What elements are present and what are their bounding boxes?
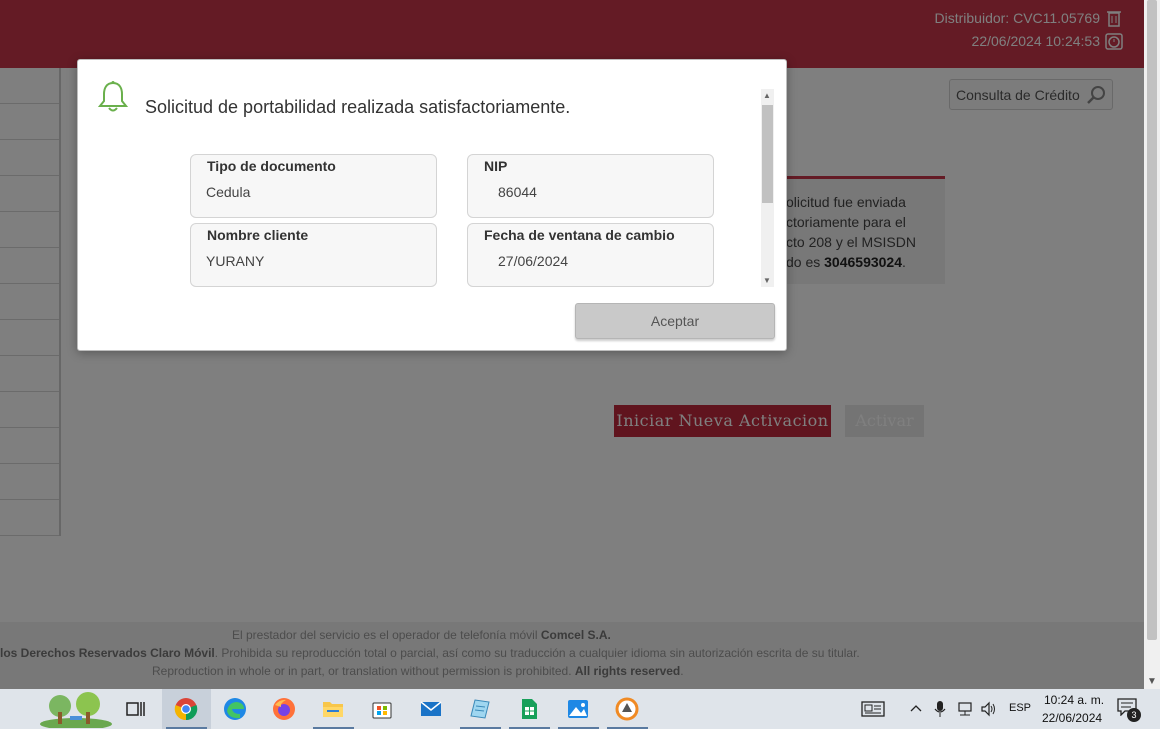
field-value: 27/06/2024 (498, 253, 569, 269)
firefox-icon (273, 698, 295, 720)
taskbar-task-view[interactable] (112, 689, 161, 729)
volume-icon[interactable] (980, 700, 998, 718)
news-icon[interactable] (861, 700, 885, 718)
taskbar-store[interactable] (358, 689, 407, 729)
field-value: Cedula (206, 184, 251, 200)
task-view-icon (126, 702, 145, 716)
taskbar-firefox[interactable] (260, 689, 309, 729)
tipo-documento-card: Tipo de documento Cedula (190, 154, 437, 218)
scroll-down-icon[interactable]: ▼ (763, 276, 771, 285)
chevron-up-icon[interactable] (909, 700, 923, 718)
mail-icon (420, 701, 442, 716)
field-value: 86044 (498, 184, 537, 200)
notifications-button[interactable]: 3 (1117, 698, 1141, 722)
field-label: Fecha de ventana de cambio (484, 227, 675, 243)
file-explorer-icon (323, 702, 343, 717)
sheets-icon (522, 699, 537, 719)
field-label: Tipo de documento (207, 158, 336, 174)
scroll-thumb[interactable] (762, 105, 773, 203)
taskbar-notepad[interactable] (456, 689, 505, 729)
language-indicator[interactable]: ESP (1009, 702, 1031, 714)
fecha-ventana-card: Fecha de ventana de cambio 27/06/2024 (467, 223, 714, 287)
store-icon (372, 702, 392, 719)
microphone-icon[interactable] (934, 700, 946, 718)
windows-taskbar: ESP 10:24 a. m. 22/06/2024 3 (0, 689, 1160, 729)
edge-icon (224, 698, 246, 720)
landscape-wallpaper-icon (40, 692, 112, 728)
chrome-icon (174, 698, 198, 721)
portability-success-dialog: Solicitud de portabilidad realizada sati… (77, 59, 787, 351)
field-label: Nombre cliente (207, 227, 309, 243)
notification-count-badge: 3 (1127, 708, 1141, 722)
taskbar-photos[interactable] (554, 689, 603, 729)
dialog-message: Solicitud de portabilidad realizada sati… (145, 97, 571, 117)
scroll-up-icon[interactable]: ▲ (763, 91, 771, 100)
taskbar-date[interactable]: 22/06/2024 (1042, 711, 1102, 725)
page-background: Distribuidor: CVC11.05769 22/06/2024 10:… (0, 0, 1144, 689)
nombre-cliente-card: Nombre cliente YURANY (190, 223, 437, 287)
field-label: NIP (484, 158, 508, 174)
bell-icon (97, 81, 129, 112)
taskbar-time[interactable]: 10:24 a. m. (1044, 693, 1104, 707)
field-value: YURANY (206, 253, 265, 269)
notepad-icon (470, 699, 490, 719)
taskbar-sheets[interactable] (505, 689, 554, 729)
window-scroll-thumb[interactable] (1147, 0, 1157, 640)
scroll-down-icon[interactable]: ▼ (1147, 676, 1157, 687)
taskbar-chrome[interactable] (162, 689, 211, 729)
network-icon[interactable] (956, 700, 974, 718)
taskbar-file-explorer[interactable] (309, 689, 358, 729)
dialog-scrollbar[interactable]: ▲ ▼ (761, 89, 774, 287)
nip-card: NIP 86044 (467, 154, 714, 218)
window-scrollbar[interactable]: ▼ (1144, 0, 1160, 689)
taskbar-app[interactable] (603, 689, 652, 729)
app-icon (615, 697, 639, 721)
photos-icon (568, 700, 588, 718)
taskbar-edge[interactable] (211, 689, 260, 729)
taskbar-mail[interactable] (407, 689, 456, 729)
aceptar-button[interactable]: Aceptar (575, 303, 775, 339)
